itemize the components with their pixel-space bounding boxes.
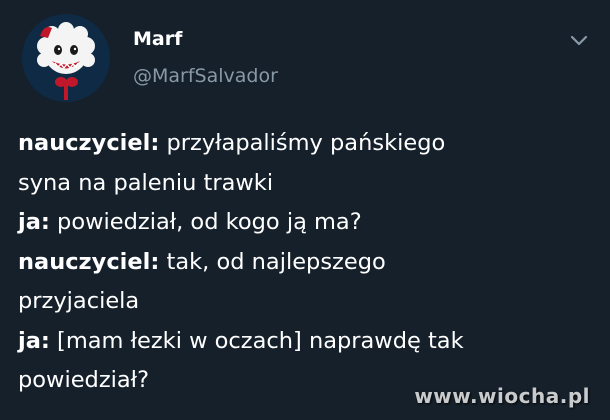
line-text: przyjaciela [18,288,140,314]
watermark: www.wiocha.pl [414,384,590,408]
line-text: [mam łezki w oczach] naprawdę tak [49,327,464,354]
speaker-label: ja: [18,209,50,235]
line-text: powiedział? [18,367,150,393]
author-name[interactable]: Marf [133,30,182,49]
chevron-down-icon[interactable] [569,32,589,46]
line-text: powiedział, od kogo ją ma? [49,209,362,235]
tweet-text: nauczyciel: przyłapaliśmy pańskiego syna… [18,124,593,401]
avatar[interactable] [22,14,110,102]
speaker-label: ja: [18,327,50,354]
tweet-line: ja: [mam łezki w oczach] naprawdę tak [18,322,593,362]
speaker-label: nauczyciel: [18,248,160,275]
tweet-line: nauczyciel: tak, od najlepszego [18,243,593,283]
tweet-line: nauczyciel: przyłapaliśmy pańskiego [18,124,593,164]
tweet-line: przyjaciela [18,282,593,322]
clown-avatar-icon [22,14,110,102]
tweet-line: syna na paleniu trawki [18,164,593,204]
author-handle[interactable]: @MarfSalvador [133,67,278,86]
line-text: tak, od najlepszego [159,248,386,275]
line-text: syna na paleniu trawki [18,169,274,196]
line-text: przyłapaliśmy pańskiego [159,130,446,156]
speaker-label: nauczyciel: [18,130,160,156]
tweet-line: ja: powiedział, od kogo ją ma? [18,203,593,243]
